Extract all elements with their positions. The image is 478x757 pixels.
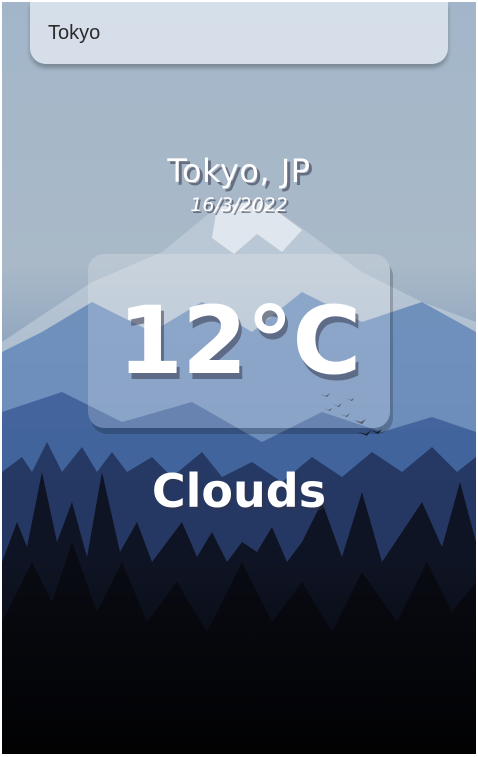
temperature-value: 12°C — [117, 286, 362, 396]
search-input[interactable] — [48, 21, 430, 45]
location-name: Tokyo, JP — [167, 152, 311, 190]
current-date: 16/3/2022 — [190, 194, 288, 216]
weather-condition: Clouds — [151, 464, 327, 518]
temperature-card: 12°C — [88, 254, 390, 428]
search-box[interactable] — [30, 2, 448, 64]
app-frame: Tokyo, JP 16/3/2022 12°C Clouds — [2, 2, 476, 754]
